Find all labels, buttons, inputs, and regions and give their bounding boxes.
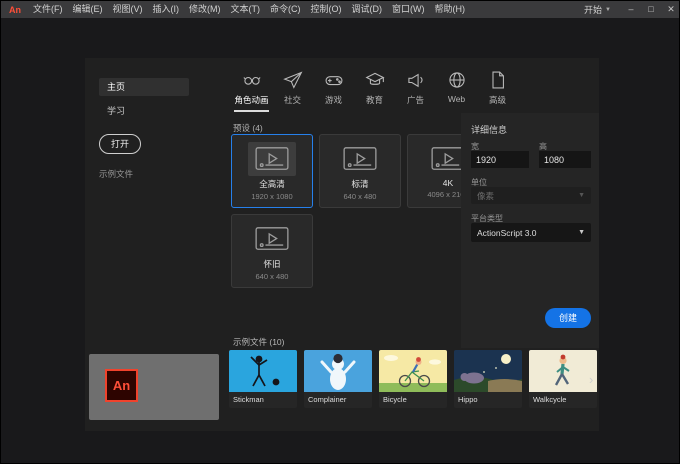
menu-view[interactable]: 视图(V) <box>108 1 148 18</box>
complainer-thumbnail <box>304 350 372 392</box>
preset-name: 全高清 <box>259 179 285 189</box>
sample-label: Stickman <box>233 395 264 404</box>
chevron-down-icon: ▼ <box>578 192 585 199</box>
bicycle-thumbnail <box>379 350 447 392</box>
menu-help[interactable]: 帮助(H) <box>430 1 471 18</box>
document-icon <box>488 70 508 90</box>
menubar-right: 开始 ▼ – □ ✕ <box>574 1 679 18</box>
stickman-thumbnail <box>229 350 297 392</box>
tab-social[interactable]: 社交 <box>272 70 313 112</box>
globe-icon <box>447 70 467 90</box>
tab-games[interactable]: 游戏 <box>313 70 354 112</box>
sample-label: Complainer <box>308 395 347 404</box>
video-doc-icon <box>248 222 296 256</box>
chevron-down-icon: ▼ <box>578 229 585 236</box>
tab-ads[interactable]: 广告 <box>395 70 436 112</box>
tab-education[interactable]: 教育 <box>354 70 395 112</box>
preset-dims: 1920 x 1080 <box>251 192 293 201</box>
game-controller-icon <box>324 70 344 90</box>
menu-control[interactable]: 控制(O) <box>306 1 347 18</box>
paper-plane-icon <box>282 70 303 90</box>
samples-header: 示例文件 (10) <box>233 337 285 347</box>
promo-banner[interactable]: An <box>89 354 219 420</box>
sample-label: Bicycle <box>383 395 407 404</box>
tab-label: 游戏 <box>324 95 342 105</box>
tab-label: 教育 <box>365 95 383 105</box>
megaphone-icon <box>406 70 426 90</box>
tab-web[interactable]: Web <box>436 70 477 112</box>
tab-character-animation[interactable]: 角色动画 <box>231 70 272 112</box>
menu-bar: An 文件(F) 编辑(E) 视图(V) 插入(I) 修改(M) 文本(T) 命… <box>1 1 679 18</box>
sidebar-samples-link[interactable]: 示例文件 <box>99 168 133 180</box>
minimize-button[interactable]: – <box>621 1 641 18</box>
tab-label: 社交 <box>283 95 301 105</box>
sample-walkcycle[interactable]: Walkcycle <box>529 350 597 408</box>
workspace-switcher[interactable]: 开始 ▼ <box>574 3 621 16</box>
tab-label: 广告 <box>406 95 424 105</box>
home-screen: 主页 学习 打开 示例文件 角色动画 社交 游戏 教育 广告 Web 高级 预设… <box>85 58 599 431</box>
details-header: 详细信息 <box>471 125 508 135</box>
menu-insert[interactable]: 插入(I) <box>148 1 185 18</box>
maximize-button[interactable]: □ <box>641 1 661 18</box>
menu-edit[interactable]: 编辑(E) <box>68 1 108 18</box>
tab-advanced[interactable]: 高级 <box>477 70 518 112</box>
sidebar-item-learn[interactable]: 学习 <box>107 104 125 117</box>
sample-hippo[interactable]: Hippo <box>454 350 522 408</box>
preset-sd[interactable]: 标清 640 x 480 <box>319 134 401 208</box>
width-input[interactable] <box>471 151 529 168</box>
platform-value: ActionScript 3.0 <box>477 227 537 238</box>
menu-window[interactable]: 窗口(W) <box>387 1 430 18</box>
sample-bicycle[interactable]: Bicycle <box>379 350 447 408</box>
height-input[interactable] <box>539 151 591 168</box>
close-button[interactable]: ✕ <box>661 1 679 18</box>
samples-next-chevron-icon[interactable]: › <box>589 372 593 387</box>
graduation-cap-icon <box>364 70 385 90</box>
sample-label: Hippo <box>458 395 478 404</box>
preset-vintage[interactable]: 怀旧 640 x 480 <box>231 214 313 288</box>
category-tabs: 角色动画 社交 游戏 教育 广告 Web 高级 <box>231 70 518 112</box>
preset-name: 标清 <box>351 179 369 189</box>
presets-header: 预设 (4) <box>233 123 263 133</box>
app-logo-icon: An <box>9 4 21 15</box>
preset-dims: 640 x 480 <box>343 192 377 201</box>
hippo-thumbnail <box>454 350 522 392</box>
sidebar-item-home[interactable]: 主页 <box>99 78 189 96</box>
platform-dropdown[interactable]: ActionScript 3.0 ▼ <box>471 223 591 242</box>
video-doc-icon <box>336 142 384 176</box>
menu-file[interactable]: 文件(F) <box>28 1 68 18</box>
open-button[interactable]: 打开 <box>99 134 141 154</box>
samples-row: Stickman Complainer Bicycle Hippo Walkcy… <box>229 350 597 408</box>
animate-logo-icon: An <box>105 369 138 402</box>
menu-text[interactable]: 文本(T) <box>226 1 266 18</box>
units-dropdown[interactable]: 像素 ▼ <box>471 187 591 204</box>
character-icon <box>242 70 262 90</box>
menu-debug[interactable]: 调试(D) <box>347 1 388 18</box>
sample-complainer[interactable]: Complainer <box>304 350 372 408</box>
preset-grid: 全高清 1920 x 1080 标清 640 x 480 4K 4096 x 2… <box>231 134 493 288</box>
preset-full-hd[interactable]: 全高清 1920 x 1080 <box>231 134 313 208</box>
video-doc-icon <box>248 142 296 176</box>
walkcycle-thumbnail <box>529 350 597 392</box>
tab-label: 角色动画 <box>234 95 269 105</box>
workspace-label: 开始 <box>584 5 603 15</box>
menu-commands[interactable]: 命令(C) <box>265 1 306 18</box>
sample-stickman[interactable]: Stickman <box>229 350 297 408</box>
animate-window: An 文件(F) 编辑(E) 视图(V) 插入(I) 修改(M) 文本(T) 命… <box>0 0 680 464</box>
tab-label: 高级 <box>488 95 506 105</box>
menu-modify[interactable]: 修改(M) <box>184 1 226 18</box>
preset-name: 怀旧 <box>263 259 281 269</box>
sample-label: Walkcycle <box>533 395 567 404</box>
preset-dims: 640 x 480 <box>255 272 289 281</box>
tab-label: Web <box>447 94 466 104</box>
chevron-down-icon: ▼ <box>605 6 611 13</box>
create-button[interactable]: 创建 <box>545 308 591 328</box>
units-value: 像素 <box>477 190 495 201</box>
details-panel: 详细信息 宽 高 单位 像素 ▼ 平台类型 ActionScript 3.0 ▼… <box>461 113 599 348</box>
